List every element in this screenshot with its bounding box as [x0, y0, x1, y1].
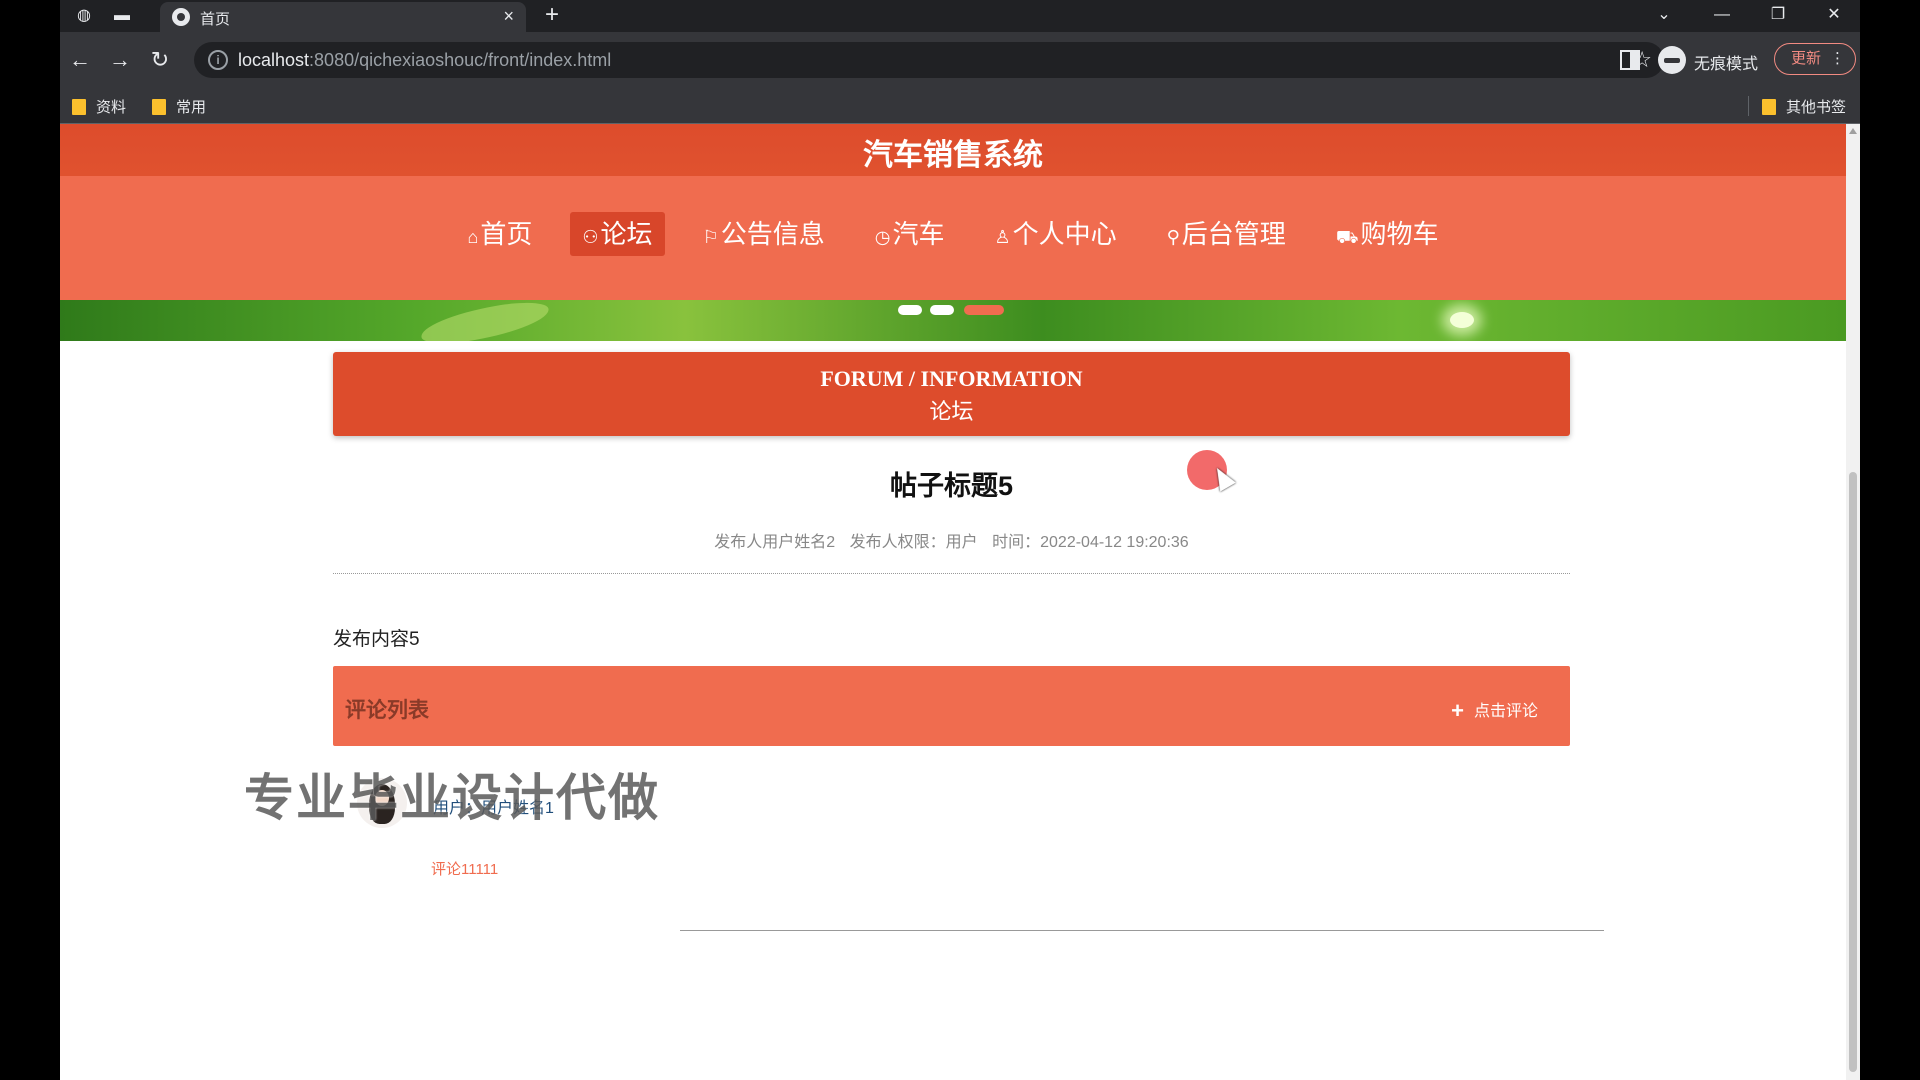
section-title-cn: 论坛 [929, 399, 974, 424]
carousel-dot-3[interactable] [964, 305, 1004, 315]
close-window-button[interactable]: ✕ [1816, 2, 1852, 28]
site-title: 汽车销售系统 [863, 139, 1043, 172]
carousel-dot-2[interactable] [930, 305, 954, 315]
nav-label: 首页 [480, 219, 533, 249]
globe-icon[interactable]: ◍ [74, 6, 94, 26]
incognito-label: 无痕模式 [1694, 56, 1759, 73]
section-title-en: FORUM / INFORMATION [820, 366, 1083, 391]
post-publisher: 发布人用户姓名2 [714, 534, 836, 551]
tab-search-icon[interactable]: ▬ [112, 6, 132, 26]
site-favicon-icon [172, 8, 190, 26]
tab-list-chevron-icon[interactable]: ⌄ [1646, 2, 1682, 28]
folder-icon [1762, 99, 1776, 115]
nav-home[interactable]: ⌂首页 [456, 212, 545, 256]
url-text[interactable]: localhost:8080/qichexiaoshouc/front/inde… [238, 50, 611, 71]
flag-icon: ⚐ [702, 227, 719, 247]
bookmark-folder-ziliao[interactable]: 资料 [72, 96, 126, 116]
tab-title: 首页 [200, 11, 231, 28]
page-scrollbar[interactable] [1846, 124, 1860, 1080]
scrollbar-thumb[interactable] [1849, 472, 1857, 1072]
nav-cars[interactable]: ◷汽车 [863, 212, 957, 256]
nav-admin[interactable]: ⚲后台管理 [1155, 212, 1298, 256]
post-time: 时间：2022-04-12 19:20:36 [992, 534, 1189, 551]
folder-icon [72, 99, 86, 115]
nav-label: 汽车 [892, 219, 945, 249]
nav-cart[interactable]: ⛟购物车 [1324, 212, 1451, 256]
new-tab-button[interactable]: + [540, 2, 564, 28]
main-nav: ⌂首页 ⚇论坛 ⚐公告信息 ◷汽车 ♙个人中心 ⚲后台管理 ⛟购物车 [60, 176, 1846, 300]
folder-icon [152, 99, 166, 115]
nav-announcements[interactable]: ⚐公告信息 [691, 212, 837, 256]
watermark-text: 专业毕业设计代做 [244, 770, 660, 826]
forward-button[interactable]: → [104, 44, 136, 76]
site-header: 汽车销售系统 [60, 124, 1846, 176]
post-divider [333, 573, 1570, 574]
scroll-up-arrow-icon[interactable] [1849, 128, 1857, 134]
tab-strip: ◍ ▬ 首页 × + ⌄ — ❐ ✕ [60, 0, 1860, 32]
bookmarks-divider [1748, 96, 1749, 116]
site-info-icon[interactable]: i [208, 50, 228, 70]
post-title: 帖子标题5 [889, 471, 1014, 501]
user-icon: ♙ [994, 227, 1011, 247]
nav-profile[interactable]: ♙个人中心 [982, 212, 1128, 256]
side-panel-icon[interactable] [1620, 50, 1640, 70]
nav-label: 论坛 [600, 219, 653, 249]
browser-toolbar: ← → ↻ i localhost:8080/qichexiaoshouc/fr… [60, 32, 1860, 88]
banner-light [1450, 312, 1474, 328]
nav-label: 后台管理 [1181, 219, 1286, 249]
link-icon: ⚲ [1166, 227, 1180, 247]
post-content: 发布内容5 [333, 629, 420, 650]
clock-icon: ◷ [874, 227, 891, 247]
other-bookmarks[interactable]: 其他书签 [1762, 96, 1846, 116]
forum-icon: ⚇ [582, 227, 599, 247]
comment-text: 评论11111 [431, 861, 499, 878]
section-header: FORUM / INFORMATION 论坛 [333, 352, 1570, 436]
cart-icon: ⛟ [1335, 227, 1359, 247]
comment-divider [680, 930, 1604, 931]
home-icon: ⌂ [467, 227, 479, 247]
back-button[interactable]: ← [64, 44, 96, 76]
browser-window: ◍ ▬ 首页 × + ⌄ — ❐ ✕ ← → ↻ i localhost:808… [60, 0, 1860, 1080]
bookmark-folder-changyong[interactable]: 常用 [152, 96, 206, 116]
carousel-dot-1[interactable] [898, 305, 922, 315]
comments-header: 评论列表 + 点击评论 [333, 666, 1570, 746]
nav-forum[interactable]: ⚇论坛 [570, 212, 665, 256]
banner-leaf [418, 300, 552, 341]
nav-label: 购物车 [1360, 219, 1439, 249]
bookmarks-bar: 资料 常用 其他书签 [60, 88, 1860, 124]
carousel-banner[interactable] [60, 300, 1846, 341]
comments-title: 评论列表 [345, 699, 429, 722]
page-viewport: 汽车销售系统 ⌂首页 ⚇论坛 ⚐公告信息 ◷汽车 ♙个人中心 ⚲后台管理 ⛟购物车 FORU… [60, 124, 1860, 1080]
nav-items: ⌂首页 ⚇论坛 ⚐公告信息 ◷汽车 ♙个人中心 ⚲后台管理 ⛟购物车 [60, 212, 1846, 256]
post-role: 发布人权限：用户 [849, 534, 978, 551]
nav-label: 个人中心 [1012, 219, 1117, 249]
address-bar[interactable]: i localhost:8080/qichexiaoshouc/front/in… [194, 42, 1664, 78]
restore-button[interactable]: ❐ [1760, 2, 1796, 28]
incognito-icon [1658, 46, 1686, 74]
tab-home[interactable]: 首页 × [160, 2, 526, 32]
update-label: 更新 [1791, 50, 1822, 67]
plus-icon: + [1451, 698, 1464, 723]
tab-close-icon[interactable]: × [503, 6, 514, 27]
reload-button[interactable]: ↻ [144, 44, 176, 76]
nav-label: 公告信息 [720, 219, 825, 249]
add-comment-button[interactable]: + 点击评论 [1451, 697, 1538, 724]
post-meta: 发布人用户姓名2 发布人权限：用户 时间：2022-04-12 19:20:36 [333, 528, 1570, 552]
minimize-button[interactable]: — [1704, 2, 1740, 28]
menu-dots-icon[interactable]: ⋮ [1830, 44, 1845, 74]
update-button[interactable]: 更新 ⋮ [1774, 43, 1856, 75]
